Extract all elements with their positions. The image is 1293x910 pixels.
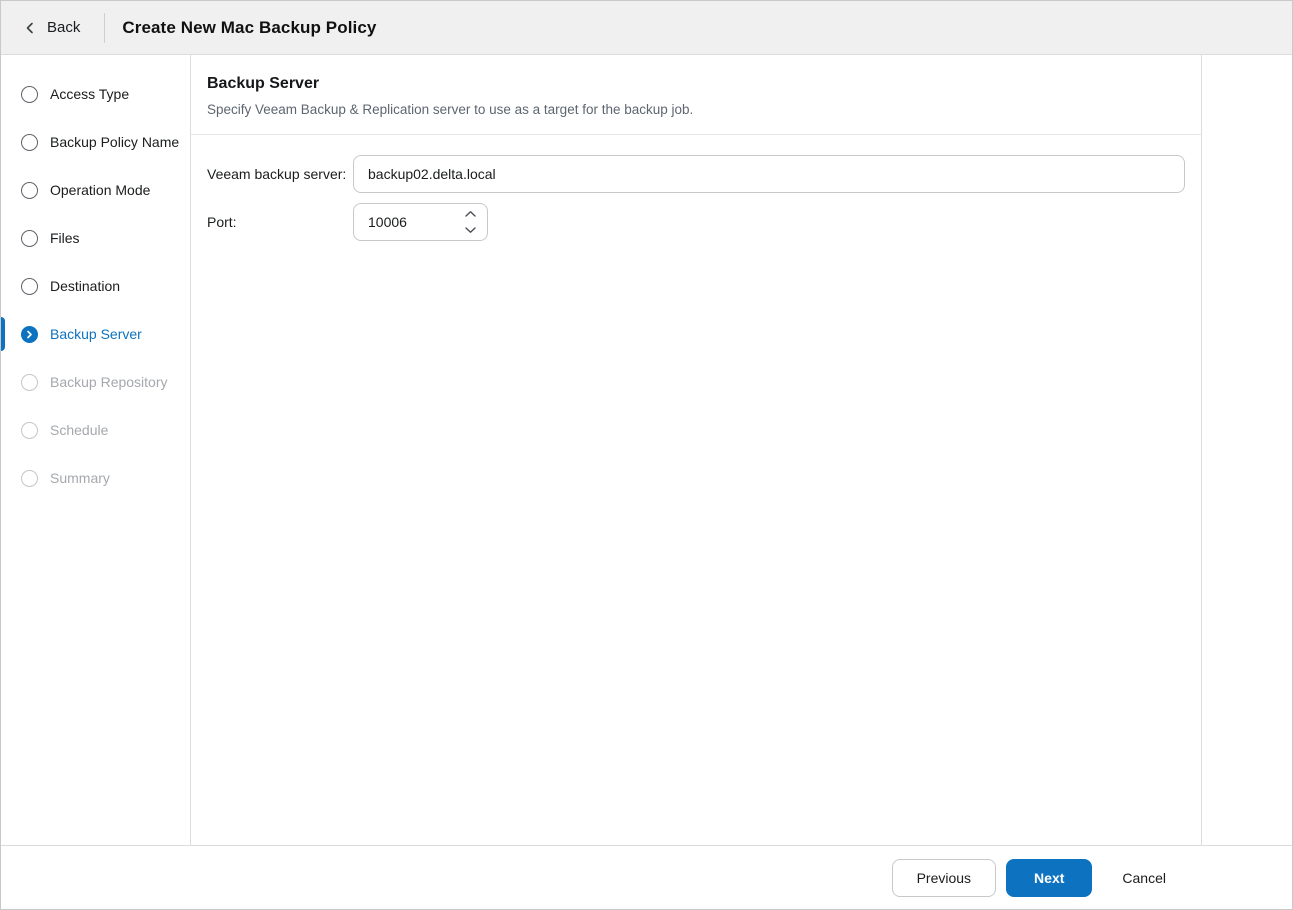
step-active-chevron-icon [21, 325, 38, 343]
cancel-button[interactable]: Cancel [1102, 859, 1186, 897]
sidebar-item-backup-server[interactable]: Backup Server [1, 310, 190, 358]
wizard-steps-sidebar: Access Type Backup Policy Name Operation… [1, 55, 191, 845]
sidebar-item-backup-repository[interactable]: Backup Repository [1, 358, 190, 406]
step-circle-icon [21, 85, 38, 103]
wizard-header: Back Create New Mac Backup Policy [1, 1, 1292, 55]
previous-button[interactable]: Previous [891, 858, 997, 897]
sidebar-item-access-type[interactable]: Access Type [1, 70, 190, 118]
port-field-label: Port: [207, 214, 237, 230]
step-label: Access Type [50, 86, 130, 102]
step-circle-icon [21, 373, 38, 391]
port-field-row: Port: [207, 203, 1185, 241]
section-title: Backup Server [207, 75, 320, 92]
step-header: Backup Server Specify Veeam Backup & Rep… [191, 55, 1201, 135]
port-spinner [460, 207, 480, 237]
server-field-row: Veeam backup server: [207, 155, 1185, 193]
wizard-footer: Previous Next Cancel [1, 845, 1292, 909]
server-input[interactable] [353, 155, 1185, 193]
step-circle-icon [21, 421, 38, 439]
section-description: Specify Veeam Backup & Replication serve… [207, 102, 694, 117]
server-field-label: Veeam backup server: [207, 166, 347, 182]
next-button[interactable]: Next [1006, 858, 1093, 897]
right-gutter [1202, 55, 1292, 845]
step-circle-icon [21, 469, 38, 487]
step-circle-icon [21, 133, 38, 151]
back-label: Back [47, 19, 81, 36]
chevron-left-icon [24, 22, 36, 34]
step-content-panel: Backup Server Specify Veeam Backup & Rep… [191, 55, 1202, 845]
port-stepper [353, 203, 488, 241]
step-circle-icon [21, 181, 38, 199]
step-circle-icon [21, 229, 38, 247]
header-divider [104, 12, 106, 43]
wizard-window: Back Create New Mac Backup Policy Access… [0, 0, 1293, 910]
backup-server-form: Veeam backup server: Port: [191, 135, 1201, 271]
sidebar-item-files[interactable]: Files [1, 214, 190, 262]
back-button[interactable]: Back [24, 19, 80, 36]
sidebar-item-backup-policy-name[interactable]: Backup Policy Name [1, 118, 190, 166]
step-label: Backup Policy Name [50, 134, 180, 150]
spinner-down-icon[interactable] [460, 223, 480, 237]
step-label: Destination [50, 278, 121, 294]
sidebar-item-summary[interactable]: Summary [1, 454, 190, 502]
step-label: Schedule [50, 422, 109, 438]
step-circle-icon [21, 277, 38, 295]
sidebar-item-schedule[interactable]: Schedule [1, 406, 190, 454]
spinner-up-icon[interactable] [460, 207, 480, 221]
sidebar-item-operation-mode[interactable]: Operation Mode [1, 166, 190, 214]
step-label: Files [50, 230, 80, 246]
page-title: Create New Mac Backup Policy [122, 17, 377, 37]
step-label: Backup Server [50, 326, 142, 342]
step-label: Summary [50, 470, 110, 486]
sidebar-item-destination[interactable]: Destination [1, 262, 190, 310]
step-label: Operation Mode [50, 182, 151, 198]
step-label: Backup Repository [50, 374, 168, 390]
wizard-body: Access Type Backup Policy Name Operation… [1, 55, 1292, 845]
